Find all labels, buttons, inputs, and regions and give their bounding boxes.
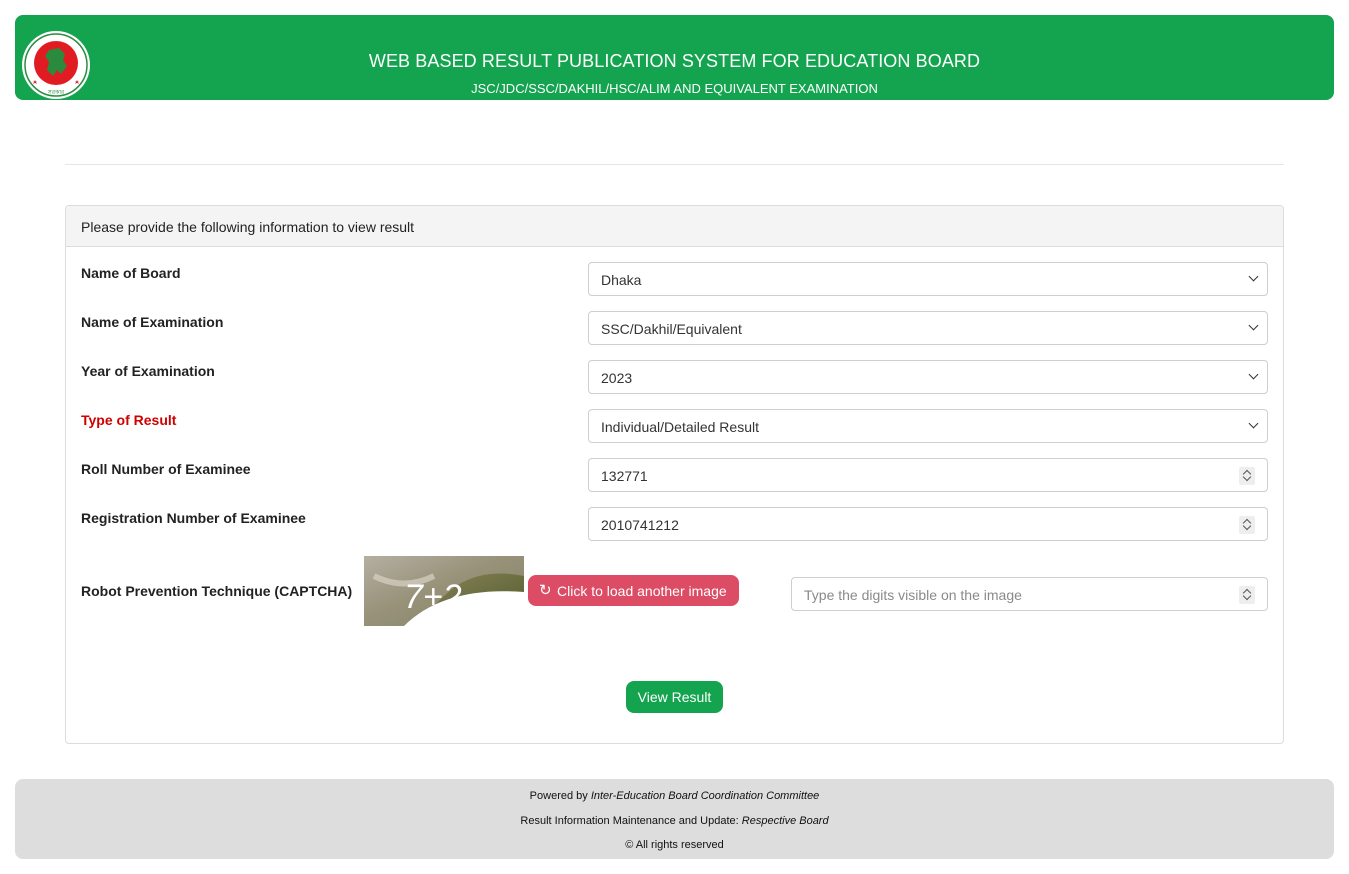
chevron-down-icon [1248,271,1259,282]
footer-copyright: © All rights reserved [625,839,724,851]
page-title: WEB BASED RESULT PUBLICATION SYSTEM FOR … [368,51,981,71]
reload-captcha-label: Click to load another image [557,583,727,599]
footer-powered-by-link: Inter-Education Board Coordination Commi… [590,790,820,802]
board-select[interactable]: Dhaka [588,262,1268,296]
footer-maintenance: Result Information Maintenance and Updat… [520,815,829,827]
year-select[interactable]: 2023 [588,360,1268,394]
page-subtitle: JSC/JDC/SSC/DAKHIL/HSC/ALIM AND EQUIVALE… [471,81,878,96]
exam-select[interactable]: SSC/Dakhil/Equivalent [588,311,1268,345]
view-result-button[interactable]: View Result [626,681,723,713]
number-spinner[interactable] [1239,516,1255,534]
year-select-value: 2023 [601,370,633,386]
board-select-value: Dhaka [601,272,642,288]
registration-label: Registration Number of Examinee [81,510,306,526]
number-spinner[interactable] [1239,467,1255,485]
roll-label: Roll Number of Examinee [81,461,251,477]
number-spinner[interactable] [1239,586,1255,604]
roll-input[interactable]: 132771 [588,458,1268,492]
captcha-input[interactable]: Type the digits visible on the image [791,577,1268,611]
site-footer: Powered by Inter-Education Board Coordin… [15,779,1334,859]
panel-heading-text: Please provide the following information… [81,219,415,235]
result-type-select-value: Individual/Detailed Result [601,419,759,435]
panel-heading: Please provide the following information… [66,206,1283,247]
registration-input[interactable]: 2010741212 [588,507,1268,541]
footer-powered-by: Powered by Inter-Education Board Coordin… [529,790,820,802]
exam-select-value: SSC/Dakhil/Equivalent [601,321,742,337]
roll-input-value: 132771 [601,468,648,484]
chevron-down-icon [1248,369,1259,380]
captcha-label: Robot Prevention Technique (CAPTCHA) [81,583,353,599]
site-header: সরকার WEB BASED RESULT PUBLICATION SYSTE… [15,15,1334,100]
chevron-down-icon [1248,320,1259,331]
year-label: Year of Examination [81,363,215,379]
board-label: Name of Board [81,265,181,281]
registration-input-value: 2010741212 [601,517,679,533]
footer-maintenance-by: Respective Board [741,815,829,827]
captcha-image: 7+2 [364,556,524,626]
divider [65,164,1284,165]
result-type-select[interactable]: Individual/Detailed Result [588,409,1268,443]
refresh-icon: ↻ [539,582,552,599]
exam-label: Name of Examination [81,314,224,330]
reload-captcha-button[interactable]: ↻ Click to load another image [528,575,739,606]
result-type-label: Type of Result [81,412,177,428]
captcha-text: 7+2 [404,578,462,616]
captcha-input-placeholder: Type the digits visible on the image [804,587,1022,603]
chevron-down-icon [1248,418,1259,429]
